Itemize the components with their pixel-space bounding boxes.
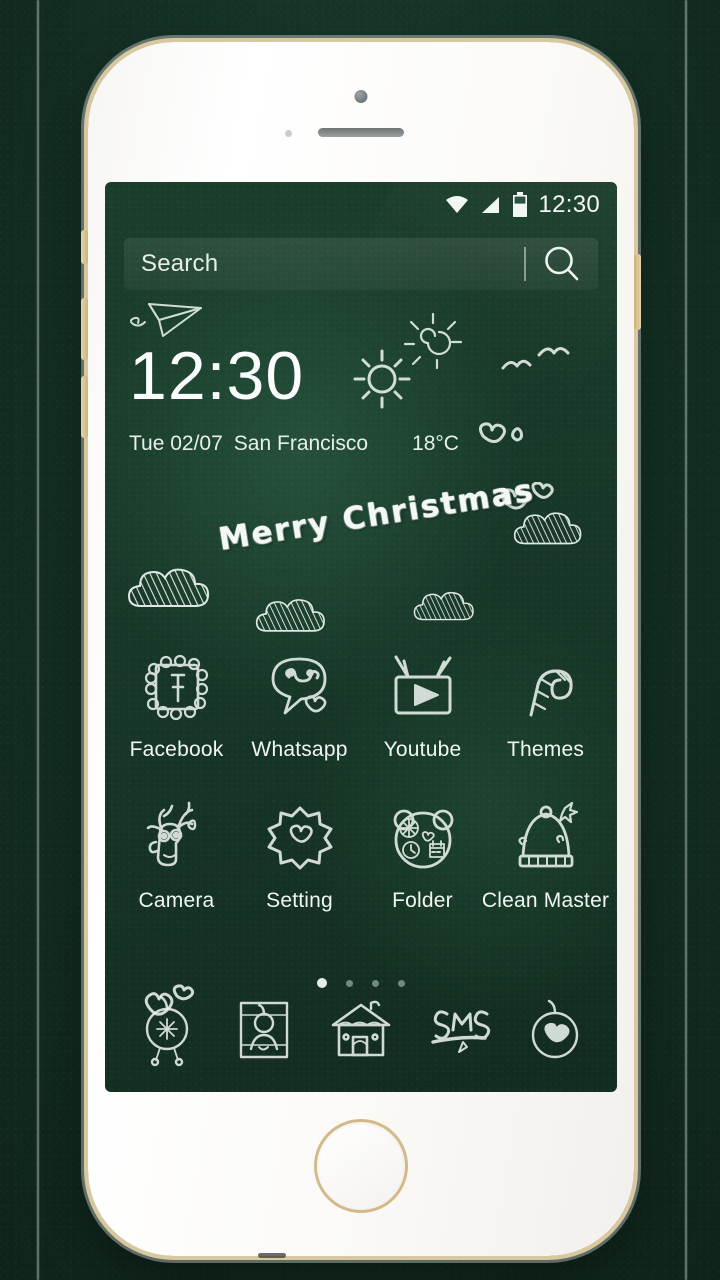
app-icon-whatsapp[interactable]: Whatsapp <box>238 637 361 762</box>
reindeer-icon <box>136 798 218 880</box>
search-bar[interactable]: Search <box>124 238 598 290</box>
phone-ornament-icon <box>134 989 200 1074</box>
clock-temperature: 18°C <box>412 432 459 455</box>
clock-city: San Francisco <box>233 432 369 455</box>
app-label: Youtube <box>383 738 462 761</box>
app-icon-camera[interactable]: Camera <box>115 762 238 913</box>
app-label: Clean Master <box>481 889 610 912</box>
candy-cane-icon <box>505 647 587 729</box>
app-icon-setting[interactable]: Setting <box>238 762 361 913</box>
front-camera-icon <box>354 90 368 103</box>
phone-device: 12:30 Search 12:30 Tue 02/07 San Francis… <box>81 38 641 1260</box>
app-icon-youtube[interactable]: Youtube <box>361 637 484 762</box>
proximity-sensor-icon <box>285 130 292 137</box>
dock-item-contacts[interactable] <box>225 988 303 1074</box>
home-button[interactable] <box>317 1122 405 1210</box>
dock-item-phone[interactable] <box>128 988 206 1074</box>
power-button[interactable] <box>634 254 641 330</box>
cloud-doodle-2 <box>255 599 325 632</box>
sms-icon <box>423 994 493 1069</box>
dock-item-browser[interactable] <box>516 988 594 1074</box>
app-label: Setting <box>266 889 333 912</box>
app-label: Whatsapp <box>251 738 348 761</box>
cloud-doodle-3 <box>413 591 474 621</box>
earpiece-speaker <box>318 128 404 137</box>
dock <box>105 976 617 1086</box>
search-input[interactable]: Search <box>124 250 524 278</box>
battery-icon <box>512 192 528 218</box>
contacts-frame-icon <box>231 991 297 1072</box>
dock-item-messages[interactable] <box>419 988 497 1074</box>
gear-heart-icon <box>259 798 341 880</box>
search-icon[interactable] <box>526 244 598 284</box>
clock-meta: Tue 02/07 San Francisco 18°C <box>129 432 459 456</box>
status-bar-time: 12:30 <box>538 191 600 218</box>
house-icon <box>325 993 397 1070</box>
chalk-line-right <box>684 0 688 1280</box>
bottom-port <box>258 1253 286 1258</box>
app-grid: Facebook Whatsapp Youtube Themes Camera … <box>115 637 610 913</box>
app-row-2: Camera Setting Folder Clean Master <box>115 762 610 913</box>
heart-ornament-icon <box>522 991 588 1072</box>
youtube-chalk-icon <box>382 647 464 729</box>
clock-date: Tue 02/07 <box>129 432 223 455</box>
app-row-1: Facebook Whatsapp Youtube Themes <box>115 637 607 762</box>
chalk-line-left <box>36 0 40 1280</box>
facebook-chalk-icon <box>136 647 218 729</box>
volume-down-button[interactable] <box>81 376 88 438</box>
app-label: Facebook <box>129 738 224 761</box>
dock-item-home[interactable] <box>322 988 400 1074</box>
app-label: Themes <box>506 738 585 761</box>
greeting-text: Merry Christmas <box>216 472 537 558</box>
sun-icon <box>351 347 413 414</box>
clock-widget[interactable]: 12:30 Tue 02/07 San Francisco 18°C <box>129 342 459 456</box>
bear-face-icon <box>382 798 464 880</box>
app-icon-themes[interactable]: Themes <box>484 637 607 762</box>
birds-doodle <box>497 342 577 397</box>
cloud-doodle-1 <box>127 568 210 607</box>
santa-hat-icon <box>505 798 587 880</box>
app-icon-clean-master[interactable]: Clean Master <box>481 762 610 913</box>
status-bar: 12:30 <box>105 182 617 228</box>
hearts-doodle-a <box>473 418 543 471</box>
silent-switch[interactable] <box>81 230 88 264</box>
whatsapp-chalk-icon <box>259 647 341 729</box>
wifi-icon <box>444 194 470 216</box>
app-icon-folder[interactable]: Folder <box>361 762 484 913</box>
app-label: Folder <box>392 889 453 912</box>
phone-screen: 12:30 Search 12:30 Tue 02/07 San Francis… <box>105 182 617 1092</box>
app-label: Camera <box>138 889 215 912</box>
signal-icon <box>480 194 502 216</box>
app-icon-facebook[interactable]: Facebook <box>115 637 238 762</box>
volume-up-button[interactable] <box>81 298 88 360</box>
